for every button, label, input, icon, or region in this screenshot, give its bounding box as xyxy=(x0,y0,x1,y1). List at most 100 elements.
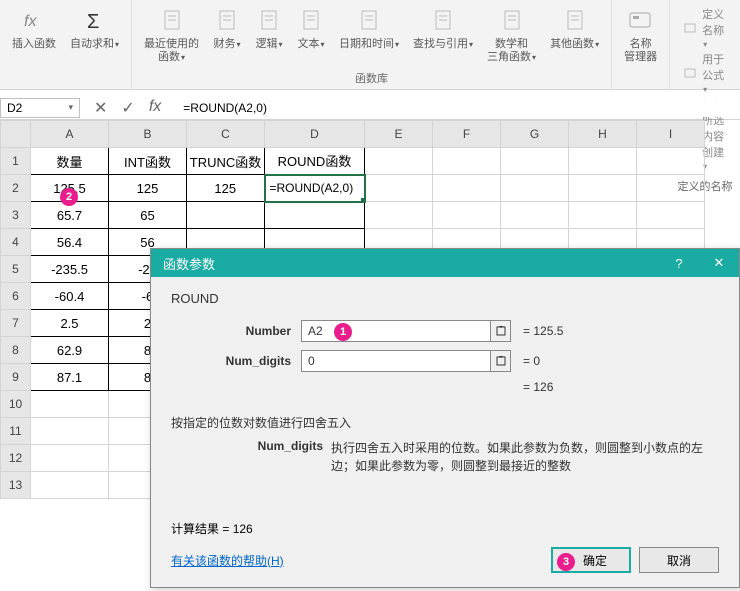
fill-handle[interactable] xyxy=(361,198,365,202)
cell-A12[interactable] xyxy=(31,445,109,472)
range-picker-button[interactable] xyxy=(491,320,511,342)
name-box-value: D2 xyxy=(7,101,22,115)
library-button-2[interactable]: 逻辑▾ xyxy=(249,2,289,68)
column-header-G[interactable]: G xyxy=(501,121,569,148)
library-button-6[interactable]: 数学和 三角函数▾ xyxy=(481,2,542,68)
library-button-4[interactable]: 日期和时间▾ xyxy=(333,2,405,68)
library-button-0[interactable]: 最近使用的 函数▾ xyxy=(138,2,205,68)
cell-A7[interactable]: 2.5 xyxy=(31,310,109,337)
dialog-titlebar[interactable]: 函数参数 ? ✕ xyxy=(151,249,739,277)
range-picker-button[interactable] xyxy=(491,350,511,372)
cell-D1[interactable]: ROUND函数 xyxy=(265,148,365,175)
svg-text:Σ: Σ xyxy=(87,11,99,32)
row-header-2[interactable]: 2 xyxy=(1,175,31,202)
cell-G3[interactable] xyxy=(501,202,569,229)
cell-F1[interactable] xyxy=(433,148,501,175)
dialog-arg-description-label: Num_digits xyxy=(171,439,331,475)
dialog-description: 按指定的位数对数值进行四舍五入 xyxy=(171,414,719,431)
row-header-10[interactable]: 10 xyxy=(1,391,31,418)
cell-A10[interactable] xyxy=(31,391,109,418)
name-box[interactable]: D2 ▾ xyxy=(0,98,80,118)
cell-H2[interactable] xyxy=(569,175,637,202)
arg-input-number[interactable]: A21 xyxy=(301,320,491,342)
row-header-3[interactable]: 3 xyxy=(1,202,31,229)
cancel-formula-icon[interactable]: ✕ xyxy=(94,98,107,118)
defined-name-item-1[interactable]: 用于公式 ▾ xyxy=(684,51,726,95)
column-header-D[interactable]: D xyxy=(265,121,365,148)
name-manager-button[interactable]: 名称 管理器 xyxy=(618,2,663,87)
column-header-B[interactable]: B xyxy=(109,121,187,148)
row-header-12[interactable]: 12 xyxy=(1,445,31,472)
doc-icon xyxy=(255,6,283,34)
column-header-I[interactable]: I xyxy=(637,121,705,148)
cell-A1[interactable]: 数量 xyxy=(31,148,109,175)
cell-I3[interactable] xyxy=(637,202,705,229)
row-header-11[interactable]: 11 xyxy=(1,418,31,445)
ok-button[interactable]: 3 确定 xyxy=(551,547,631,573)
row-header-4[interactable]: 4 xyxy=(1,229,31,256)
accept-formula-icon[interactable]: ✓ xyxy=(121,98,134,118)
dialog-body: ROUND NumberA21= 125.5Num_digits0= 0 = 1… xyxy=(151,277,739,489)
column-header-F[interactable]: F xyxy=(433,121,501,148)
doc-icon xyxy=(213,6,241,34)
cell-E1[interactable] xyxy=(365,148,433,175)
dialog-help-button[interactable]: ? xyxy=(659,249,699,277)
library-button-1[interactable]: 财务▾ xyxy=(207,2,247,68)
library-button-5[interactable]: 查找与引用▾ xyxy=(407,2,479,68)
cell-C3[interactable] xyxy=(187,202,265,229)
cell-A5[interactable]: -235.5 xyxy=(31,256,109,283)
cell-G1[interactable] xyxy=(501,148,569,175)
doc-icon xyxy=(355,6,383,34)
dialog-help-link[interactable]: 有关该函数的帮助(H) xyxy=(171,552,284,569)
cell-H1[interactable] xyxy=(569,148,637,175)
fx-icon[interactable]: fx xyxy=(149,98,161,118)
defined-name-item-0[interactable]: 定义名称 ▾ xyxy=(684,6,726,50)
ribbon-group-names: 名称 管理器 xyxy=(612,0,670,89)
dialog-close-button[interactable]: ✕ xyxy=(699,249,739,277)
select-all-cell[interactable] xyxy=(1,121,31,148)
cell-A9[interactable]: 87.1 xyxy=(31,364,109,391)
cell-E3[interactable] xyxy=(365,202,433,229)
cell-B2[interactable]: 125 xyxy=(109,175,187,202)
cell-E2[interactable] xyxy=(365,175,433,202)
library-button-3[interactable]: 文本▾ xyxy=(291,2,331,68)
cell-A4[interactable]: 56.4 xyxy=(31,229,109,256)
row-header-5[interactable]: 5 xyxy=(1,256,31,283)
fx-icon: fx xyxy=(20,6,48,34)
column-header-C[interactable]: C xyxy=(187,121,265,148)
row-header-8[interactable]: 8 xyxy=(1,337,31,364)
cell-I2[interactable] xyxy=(637,175,705,202)
row-header-9[interactable]: 9 xyxy=(1,364,31,391)
formula-input[interactable] xyxy=(175,99,740,117)
library-button-7[interactable]: 其他函数▾ xyxy=(544,2,605,68)
cell-I1[interactable] xyxy=(637,148,705,175)
cell-D3[interactable] xyxy=(265,202,365,229)
cell-F3[interactable] xyxy=(433,202,501,229)
row-header-6[interactable]: 6 xyxy=(1,283,31,310)
cell-A13[interactable] xyxy=(31,472,109,499)
column-header-E[interactable]: E xyxy=(365,121,433,148)
arg-input-num_digits[interactable]: 0 xyxy=(301,350,491,372)
cell-C1[interactable]: TRUNC函数 xyxy=(187,148,265,175)
cell-B3[interactable]: 65 xyxy=(109,202,187,229)
cell-G2[interactable] xyxy=(501,175,569,202)
ribbon-group-library: 最近使用的 函数▾财务▾逻辑▾文本▾日期和时间▾查找与引用▾数学和 三角函数▾其… xyxy=(132,0,612,89)
column-header-H[interactable]: H xyxy=(569,121,637,148)
function-arguments-dialog: 函数参数 ? ✕ ROUND NumberA21= 125.5Num_digit… xyxy=(150,248,740,588)
cell-F2[interactable] xyxy=(433,175,501,202)
insert-function-button[interactable]: fx 插入函数 xyxy=(6,2,62,87)
cell-D2[interactable]: =ROUND(A2,0) xyxy=(265,175,365,202)
cell-B1[interactable]: INT函数 xyxy=(109,148,187,175)
cell-A8[interactable]: 62.9 xyxy=(31,337,109,364)
cell-A6[interactable]: -60.4 xyxy=(31,283,109,310)
cell-C2[interactable]: 125 xyxy=(187,175,265,202)
row-header-7[interactable]: 7 xyxy=(1,310,31,337)
cell-A11[interactable] xyxy=(31,418,109,445)
row-header-13[interactable]: 13 xyxy=(1,472,31,499)
autosum-button[interactable]: Σ 自动求和▾ xyxy=(64,2,125,87)
row-header-1[interactable]: 1 xyxy=(1,148,31,175)
chevron-down-icon[interactable]: ▾ xyxy=(68,102,73,113)
cell-H3[interactable] xyxy=(569,202,637,229)
cancel-button[interactable]: 取消 xyxy=(639,547,719,573)
column-header-A[interactable]: A xyxy=(31,121,109,148)
